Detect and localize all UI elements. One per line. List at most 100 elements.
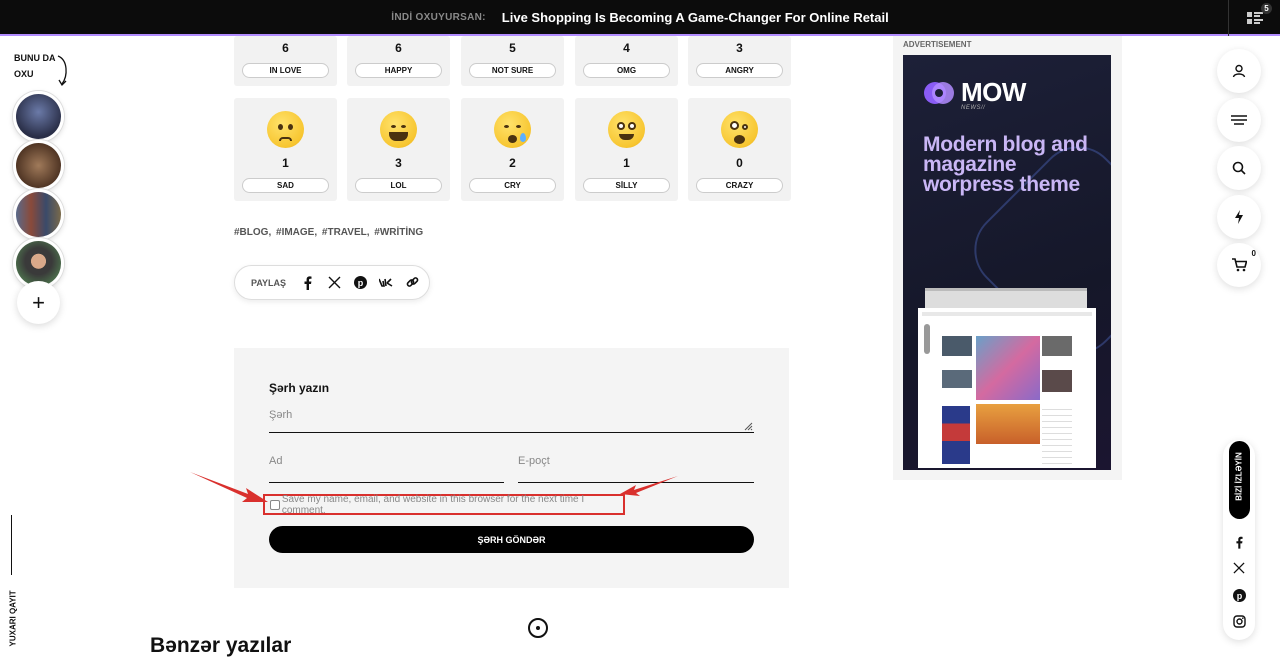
reading-list-count: 5 (1261, 3, 1272, 14)
ad-website-mockup (918, 308, 1096, 468)
story-avatar-3[interactable] (13, 189, 64, 240)
reaction-label: ANGRY (696, 63, 783, 78)
instagram-icon[interactable] (1232, 614, 1246, 628)
cry-emoji-icon (494, 111, 531, 148)
reaction-count: 4 (623, 41, 630, 55)
share-label: PAYLAŞ (251, 277, 287, 288)
silly-emoji-icon (608, 111, 645, 148)
link-icon[interactable] (404, 275, 420, 291)
lol-emoji-icon (380, 111, 417, 148)
pinterest-icon[interactable]: p (352, 275, 368, 291)
reaction-card-lol[interactable]: 3 LOL (347, 98, 450, 201)
reaction-label: LOL (355, 178, 442, 193)
reaction-label: SİLLY (583, 178, 670, 193)
comment-textarea[interactable]: Şərh (269, 405, 754, 433)
ad-brand: MOW (961, 77, 1026, 107)
story-avatar-2[interactable] (13, 140, 64, 191)
reaction-count: 3 (736, 41, 743, 55)
ad-headline: Modern blog and magazine worpress theme (923, 133, 1088, 196)
share-bar: PAYLAŞ p (234, 265, 430, 300)
annotation-arrow-left (190, 472, 268, 502)
reaction-card-omg[interactable]: 4 OMG (575, 36, 678, 86)
annotation-arrow-right (620, 476, 678, 496)
user-button[interactable] (1217, 49, 1261, 93)
now-reading-headline[interactable]: Live Shopping Is Becoming A Game-Changer… (502, 10, 889, 25)
svg-text:p: p (357, 278, 363, 288)
mow-logo: MOW NEWS// (923, 77, 1026, 111)
name-field[interactable]: Ad (269, 451, 504, 483)
reaction-label: HAPPY (355, 63, 442, 78)
search-icon (1232, 161, 1246, 175)
back-to-top-button[interactable]: YUXARI QAYIT (4, 515, 20, 647)
comment-form-title: Şərh yazın (269, 381, 330, 395)
curved-arrow-icon (57, 55, 67, 87)
save-info-checkbox-row[interactable]: Save my name, email, and website in this… (263, 493, 625, 516)
cart-count: 0 (1251, 249, 1256, 258)
advertisement-label: ADVERTISEMENT (903, 40, 972, 49)
read-also-label: BUNU DA OXU (14, 50, 67, 87)
reaction-card-sad[interactable]: 1 SAD (234, 98, 337, 201)
reaction-card-in-love[interactable]: 6 IN LOVE (234, 36, 337, 86)
submit-comment-button[interactable]: ŞƏRH GÖNDƏR (269, 526, 754, 553)
back-to-top-label: YUXARI QAYIT (8, 590, 18, 647)
trending-button[interactable] (1217, 195, 1261, 239)
advertisement-block: ADVERTISEMENT MOW NEWS// Modern blog and… (893, 36, 1122, 480)
reaction-count: 6 (395, 41, 402, 55)
similar-posts-title: Bənzər yazılar (150, 634, 292, 657)
reaction-label: SAD (242, 178, 329, 193)
back-to-top-line (11, 515, 12, 575)
follow-us-badge: BİZİ İZLƏYİN (1229, 441, 1250, 519)
vk-icon[interactable] (378, 275, 394, 291)
now-reading-label: İNDİ OXUYURSAN: (391, 11, 486, 23)
reaction-count: 0 (736, 156, 743, 170)
advertisement-banner[interactable]: MOW NEWS// Modern blog and magazine worp… (903, 55, 1111, 470)
reaction-label: IN LOVE (242, 63, 329, 78)
facebook-icon[interactable] (1232, 535, 1246, 549)
email-placeholder: E-poçt (518, 455, 550, 467)
story-avatar-1[interactable] (13, 91, 64, 142)
reaction-card-happy[interactable]: 6 HAPPY (347, 36, 450, 86)
save-info-label: Save my name, email, and website in this… (281, 493, 585, 516)
reaction-card-not-sure[interactable]: 5 NOT SURE (461, 36, 564, 86)
save-info-checkbox[interactable] (270, 499, 280, 510)
add-story-button[interactable]: + (17, 281, 60, 324)
loading-spinner-icon (528, 618, 548, 638)
read-also-text: BUNU DA OXU (14, 53, 56, 79)
reaction-count: 5 (509, 41, 516, 55)
reaction-label: CRAZY (696, 178, 783, 193)
menu-button[interactable] (1217, 98, 1261, 142)
ad-brand-sub: NEWS// (961, 105, 986, 111)
reaction-count: 1 (282, 156, 289, 170)
reaction-card-cry[interactable]: 2 CRY (461, 98, 564, 201)
resize-grip-icon[interactable] (744, 422, 753, 431)
follow-us-label: BİZİ İZLƏYİN (1234, 452, 1244, 501)
reaction-count: 1 (623, 156, 630, 170)
cart-icon (1231, 258, 1247, 272)
user-icon (1232, 64, 1246, 78)
reaction-count: 2 (509, 156, 516, 170)
name-placeholder: Ad (269, 455, 283, 467)
search-button[interactable] (1217, 146, 1261, 190)
cart-button[interactable]: 0 (1217, 243, 1261, 287)
ad-screens-stack (925, 288, 1087, 308)
pinterest-icon[interactable]: p (1232, 588, 1246, 602)
reaction-card-angry[interactable]: 3 ANGRY (688, 36, 791, 86)
reading-list-button[interactable]: 5 (1228, 0, 1280, 36)
reaction-card-crazy[interactable]: 0 CRAZY (688, 98, 791, 201)
reaction-label: NOT SURE (469, 63, 556, 78)
crazy-emoji-icon (721, 111, 758, 148)
reaction-count: 3 (395, 156, 402, 170)
x-icon[interactable] (1232, 561, 1246, 575)
top-news-bar: İNDİ OXUYURSAN: Live Shopping Is Becomin… (0, 0, 1280, 36)
comment-form: Şərh yazın Şərh Ad E-poçt Save my name, … (234, 348, 789, 588)
list-icon (1246, 12, 1263, 24)
lightning-icon (1235, 210, 1243, 224)
reaction-label: CRY (469, 178, 556, 193)
reaction-card-silly[interactable]: 1 SİLLY (575, 98, 678, 201)
post-tags[interactable]: #BLOG, #IMAGE, #TRAVEL, #WRİTİNG (234, 227, 423, 238)
sad-emoji-icon (267, 111, 304, 148)
svg-text:p: p (1236, 591, 1242, 601)
x-icon[interactable] (326, 275, 342, 291)
facebook-icon[interactable] (300, 275, 316, 291)
mow-logo-icon (924, 81, 954, 104)
